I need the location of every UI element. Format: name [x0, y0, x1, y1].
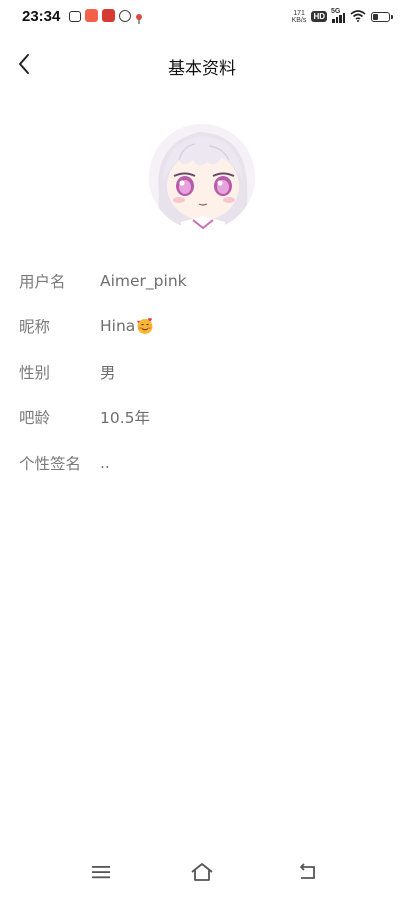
nickname-value-wrap: Hina: [100, 317, 154, 335]
net-speed-unit: KB/s: [291, 16, 307, 24]
tv-icon: [69, 11, 81, 22]
signal-icon: 5G: [331, 7, 345, 23]
net-speed: 171 KB/s: [292, 10, 307, 24]
status-time: 23:34: [22, 8, 61, 25]
signal-label: 5G: [331, 7, 341, 15]
header: 基本资料: [0, 40, 404, 90]
menu-icon: [92, 866, 110, 879]
app-icon: [85, 9, 98, 22]
home-button[interactable]: [182, 856, 222, 888]
username-value: Aimer_pink: [100, 271, 187, 290]
signature-value: ..: [100, 453, 110, 472]
battery-icon: [371, 11, 393, 22]
profile-info-list: 用户名 Aimer_pink 昵称 Hina 性别 男 吧龄 10.5年 个性签…: [0, 258, 404, 486]
info-row-username: 用户名 Aimer_pink: [0, 258, 404, 304]
info-row-signature: 个性签名 ..: [0, 440, 404, 486]
signature-label: 个性签名: [19, 454, 82, 473]
home-icon: [191, 863, 213, 881]
clock-app-icon: [119, 9, 131, 22]
info-row-account-age: 吧龄 10.5年: [0, 395, 404, 441]
nickname-label: 昵称: [19, 318, 51, 337]
account-age-label: 吧龄: [19, 409, 51, 428]
app-icon: [102, 9, 115, 22]
status-bar: 23:34 171 KB/s HD 5G: [0, 0, 404, 34]
page-title: 基本资料: [168, 59, 236, 79]
wifi-icon: [350, 7, 366, 26]
profile-screen: 23:34 171 KB/s HD 5G 基本资料 用户名 Aimer_pink…: [0, 0, 404, 900]
hd-badge: HD: [311, 11, 327, 22]
account-age-value: 10.5年: [100, 409, 151, 428]
menu-button[interactable]: [81, 856, 121, 888]
back-icon: [300, 863, 315, 879]
info-row-nickname: 昵称 Hina: [0, 304, 404, 350]
location-icon: [135, 10, 143, 24]
gender-value: 男: [100, 363, 116, 382]
system-nav-bar: [0, 846, 404, 900]
smiling-face-with-hearts-icon: [136, 317, 154, 335]
username-label: 用户名: [19, 272, 66, 291]
gender-label: 性别: [19, 363, 51, 382]
nav-back-button[interactable]: [288, 856, 328, 888]
system-icons: 171 KB/s HD 5G: [292, 7, 393, 26]
info-row-gender: 性别 男: [0, 349, 404, 395]
anime-girl-avatar: [149, 124, 255, 230]
notification-icons: [69, 9, 143, 24]
net-speed-value: 171: [293, 9, 305, 17]
avatar[interactable]: [149, 124, 255, 230]
nickname-value: Hina: [100, 317, 136, 336]
